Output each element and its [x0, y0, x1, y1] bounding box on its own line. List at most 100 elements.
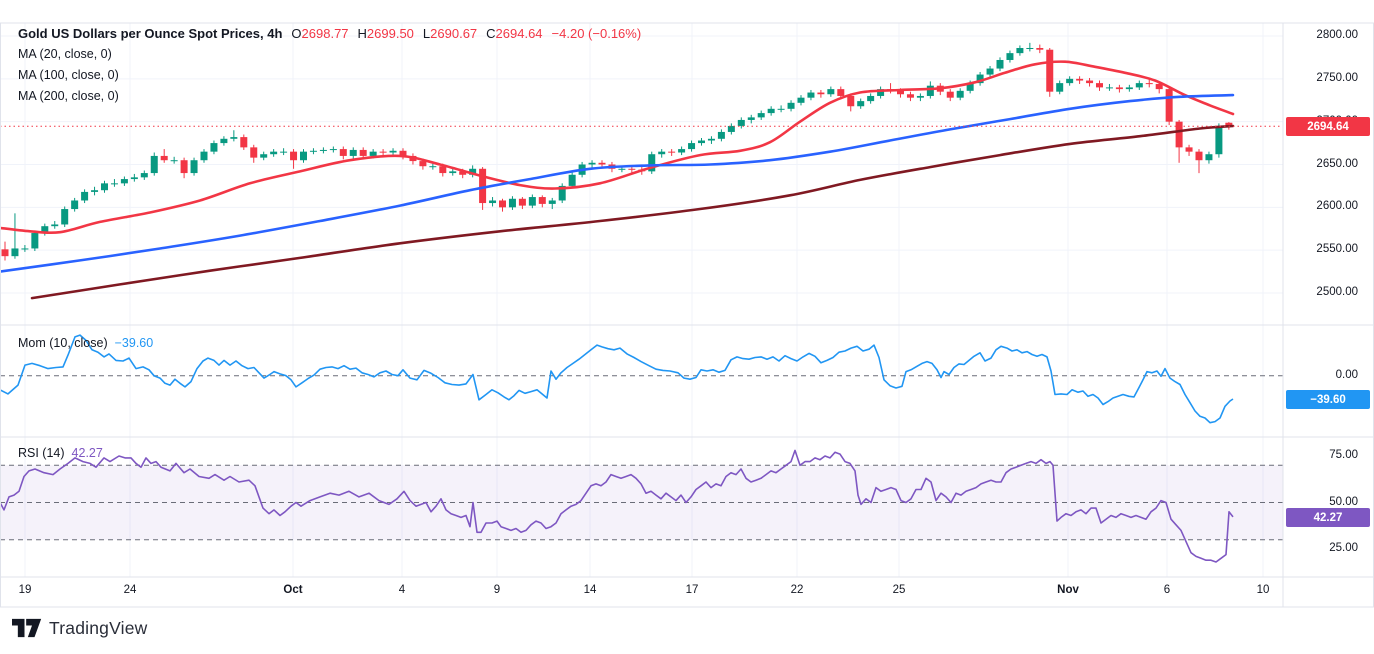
- candle-body: [220, 139, 227, 143]
- candle-body: [1096, 83, 1103, 87]
- candle-body: [280, 152, 287, 153]
- candle-body: [31, 233, 38, 248]
- candle-body: [250, 147, 257, 157]
- candle-body: [340, 149, 347, 156]
- tradingview-mark-icon: [12, 617, 42, 639]
- candle-body: [161, 156, 168, 160]
- candle-body: [1186, 147, 1193, 151]
- ma100-legend[interactable]: MA (100, close, 0): [18, 68, 119, 82]
- candle-body: [1176, 122, 1183, 148]
- time-scale-label: 19: [19, 584, 32, 596]
- ma-line: [32, 126, 1233, 298]
- momentum-value-badge: −39.60: [1286, 390, 1370, 409]
- candle-body: [270, 152, 277, 155]
- rsi-legend-label: RSI (14): [18, 446, 65, 460]
- price-scale-label: 2600.00: [1283, 200, 1358, 212]
- time-scale-label: 6: [1164, 584, 1170, 596]
- candle-body: [439, 166, 446, 173]
- candle-body: [1215, 126, 1222, 154]
- candle-body: [240, 137, 247, 147]
- candle-body: [81, 192, 88, 201]
- ma20-legend[interactable]: MA (20, close, 0): [18, 47, 112, 61]
- momentum-legend[interactable]: Mom (10, close)−39.60: [18, 336, 153, 350]
- candle-body: [61, 209, 68, 224]
- candle-body: [798, 98, 805, 103]
- ohlc-values: O2698.77H2699.50L2690.67C2694.64: [291, 26, 542, 41]
- candle-body: [390, 151, 397, 153]
- candle-body: [310, 151, 317, 152]
- candle-body: [260, 154, 267, 157]
- price-scale-label: 2550.00: [1283, 243, 1358, 255]
- price-scale-label: 2650.00: [1283, 158, 1358, 170]
- candle-body: [569, 175, 576, 186]
- ohlc-item: L2690.67: [423, 26, 477, 41]
- candle-body: [728, 126, 735, 132]
- candle-body: [1006, 53, 1013, 60]
- main-legend[interactable]: Gold US Dollars per Ounce Spot Prices, 4…: [18, 26, 641, 41]
- candle-body: [210, 143, 217, 152]
- price-scale-label: 50.00: [1283, 496, 1358, 508]
- ohlc-item: O2698.77: [291, 26, 348, 41]
- change-value: −4.20 (−0.16%): [552, 26, 642, 41]
- time-scale-label: 4: [399, 584, 405, 596]
- candle-body: [2, 249, 9, 256]
- candle-body: [987, 69, 994, 75]
- momentum-legend-value: −39.60: [115, 336, 154, 350]
- price-scale-label: 25.00: [1283, 542, 1358, 554]
- tradingview-logo[interactable]: TradingView: [12, 617, 148, 639]
- candle-body: [1016, 48, 1023, 53]
- rsi-legend[interactable]: RSI (14)42.27: [18, 446, 103, 460]
- ohlc-item: C2694.64: [486, 26, 542, 41]
- candle-body: [1136, 83, 1143, 87]
- candle-body: [837, 89, 844, 96]
- candle-body: [121, 179, 128, 183]
- price-scale-label: 2500.00: [1283, 286, 1358, 298]
- candle-body: [1146, 83, 1153, 84]
- candle-body: [1076, 79, 1083, 81]
- candle-body: [1166, 89, 1173, 122]
- candle-body: [330, 149, 337, 150]
- candle-body: [539, 197, 546, 204]
- candle-body: [817, 93, 824, 95]
- candle-body: [589, 163, 596, 165]
- candle-body: [738, 120, 745, 126]
- candle-body: [857, 101, 864, 106]
- price-scale-label: 2800.00: [1283, 29, 1358, 41]
- candle-body: [300, 152, 307, 161]
- candle-body: [907, 94, 914, 97]
- candle-body: [449, 171, 456, 173]
- candle-body: [549, 200, 556, 203]
- candle-body: [708, 139, 715, 141]
- time-scale-label: 9: [494, 584, 500, 596]
- candle-body: [628, 169, 635, 170]
- candle-body: [11, 248, 18, 256]
- price-scale-label: 75.00: [1283, 449, 1358, 461]
- candle-body: [509, 199, 516, 208]
- candle-body: [101, 183, 108, 190]
- candle-body: [1066, 79, 1073, 83]
- time-scale-label: Oct: [283, 584, 302, 596]
- candle-body: [778, 109, 785, 110]
- candle-body: [1106, 87, 1113, 88]
- rsi-value-badge: 42.27: [1286, 508, 1370, 527]
- time-scale-label: 10: [1257, 584, 1270, 596]
- candle-body: [529, 197, 536, 206]
- candle-body: [380, 152, 387, 153]
- candle-body: [1126, 87, 1133, 89]
- candle-body: [21, 248, 28, 249]
- candle-body: [191, 160, 198, 173]
- candle-body: [688, 143, 695, 149]
- candle-body: [618, 169, 625, 170]
- candle-body: [111, 183, 118, 184]
- candle-body: [957, 91, 964, 98]
- candle-body: [827, 89, 834, 94]
- time-scale-label: 22: [791, 584, 804, 596]
- candle-body: [917, 96, 924, 98]
- candle-body: [867, 96, 874, 101]
- candle-body: [181, 160, 188, 173]
- chart-canvas[interactable]: [0, 0, 1374, 654]
- candle-body: [768, 109, 775, 113]
- ma200-legend[interactable]: MA (200, close, 0): [18, 89, 119, 103]
- candle-body: [807, 93, 814, 98]
- candle-body: [360, 150, 367, 156]
